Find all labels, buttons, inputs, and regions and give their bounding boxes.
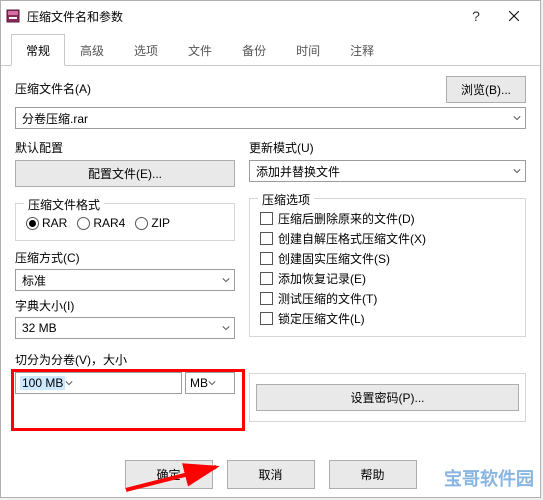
radio-rar[interactable]: RAR xyxy=(26,216,67,230)
split-size-value: 100 MB xyxy=(20,376,65,390)
chevron-down-icon xyxy=(222,321,230,335)
chevron-down-icon xyxy=(513,111,521,125)
tab-time[interactable]: 时间 xyxy=(281,34,335,66)
radio-rar4[interactable]: RAR4 xyxy=(77,216,125,230)
chevron-down-icon xyxy=(222,273,230,287)
window-title: 压缩文件名和参数 xyxy=(27,8,461,25)
options-group-title: 压缩选项 xyxy=(258,191,314,208)
check-sfx[interactable]: 创建自解压格式压缩文件(X) xyxy=(260,230,515,247)
close-button[interactable] xyxy=(491,2,536,30)
tab-backup[interactable]: 备份 xyxy=(227,34,281,66)
check-recovery[interactable]: 添加恢复记录(E) xyxy=(260,270,515,287)
tab-options[interactable]: 选项 xyxy=(119,34,173,66)
check-delete-after[interactable]: 压缩后删除原来的文件(D) xyxy=(260,210,515,227)
tab-strip: 常规 高级 选项 文件 备份 时间 注释 xyxy=(1,33,540,66)
chevron-down-icon xyxy=(65,376,73,390)
split-unit-dropdown[interactable]: MB xyxy=(185,372,235,394)
update-mode-dropdown[interactable]: 添加并替换文件 xyxy=(249,160,526,182)
update-mode-label: 更新模式(U) xyxy=(249,139,526,156)
archive-name-value: 分卷压缩.rar xyxy=(22,110,88,127)
profiles-button[interactable]: 配置文件(E)... xyxy=(15,160,235,187)
check-test[interactable]: 测试压缩的文件(T) xyxy=(260,290,515,307)
tab-files[interactable]: 文件 xyxy=(173,34,227,66)
method-label: 压缩方式(C) xyxy=(15,249,235,266)
ok-button[interactable]: 确定 xyxy=(125,460,213,489)
format-group-title: 压缩文件格式 xyxy=(24,196,104,213)
tab-general[interactable]: 常规 xyxy=(11,34,65,66)
split-size-input[interactable]: 100 MB xyxy=(15,372,182,394)
winrar-icon xyxy=(5,8,21,24)
titlebar: 压缩文件名和参数 ? xyxy=(1,1,540,31)
browse-button[interactable]: 浏览(B)... xyxy=(446,76,526,103)
tab-advanced[interactable]: 高级 xyxy=(65,34,119,66)
archive-name-label: 压缩文件名(A) xyxy=(15,80,91,97)
chevron-down-icon xyxy=(513,164,521,178)
archive-name-input[interactable]: 分卷压缩.rar xyxy=(15,107,526,129)
method-dropdown[interactable]: 标准 xyxy=(15,269,235,291)
close-icon xyxy=(509,11,519,21)
tab-comment[interactable]: 注释 xyxy=(335,34,389,66)
help-button-footer[interactable]: 帮助 xyxy=(329,460,417,489)
watermark: 宝哥软件园 xyxy=(444,465,534,491)
radio-zip[interactable]: ZIP xyxy=(135,216,170,230)
check-solid[interactable]: 创建固实压缩文件(S) xyxy=(260,250,515,267)
chevron-down-icon xyxy=(208,376,216,390)
set-password-button[interactable]: 设置密码(P)... xyxy=(256,384,519,411)
dict-label: 字典大小(I) xyxy=(15,297,235,314)
help-button[interactable]: ? xyxy=(461,8,491,24)
dialog-window: 压缩文件名和参数 ? 常规 高级 选项 文件 备份 时间 注释 压缩文件名(A)… xyxy=(0,0,541,498)
cancel-button[interactable]: 取消 xyxy=(227,460,315,489)
check-lock[interactable]: 锁定压缩文件(L) xyxy=(260,310,515,327)
split-label: 切分为分卷(V)，大小 xyxy=(15,351,235,368)
content-area: 压缩文件名(A) 浏览(B)... 分卷压缩.rar 默认配置 配置文件(E).… xyxy=(1,66,540,428)
default-profile-label: 默认配置 xyxy=(15,139,235,156)
dict-dropdown[interactable]: 32 MB xyxy=(15,317,235,339)
